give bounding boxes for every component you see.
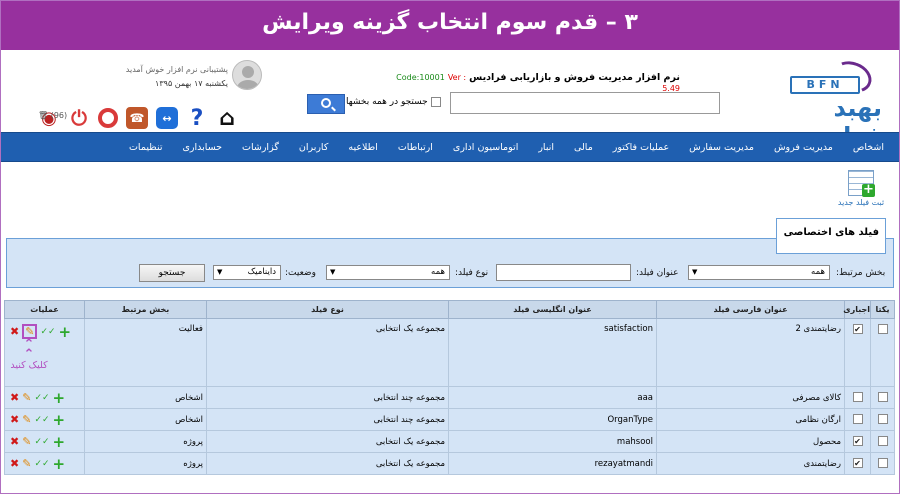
outer-frame [0, 0, 900, 494]
